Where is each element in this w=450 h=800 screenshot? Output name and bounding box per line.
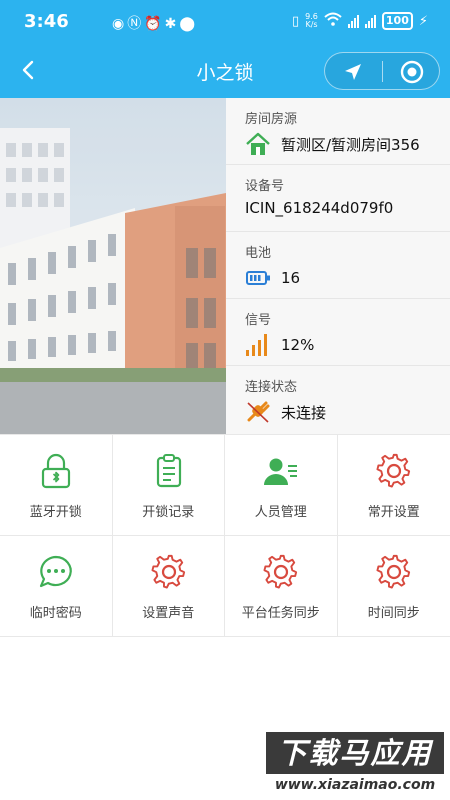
device-value: ICIN_618244d079f0 (245, 199, 394, 217)
room-value-row: 暂测区/暂测房间356 (245, 132, 420, 156)
watermark-url: www.xiazaimao.com (266, 774, 444, 796)
watermark-brand: 下载马应用 (266, 732, 444, 774)
room-value: 暂测区/暂测房间356 (281, 135, 420, 154)
temporary-password-button[interactable]: 临时密码 (0, 536, 113, 637)
unlock-records-button[interactable]: 开锁记录 (112, 435, 225, 536)
network-speed-unit: K/s (305, 20, 318, 29)
eye-icon: ◉ (112, 16, 128, 32)
location-icon: ⬤ (179, 16, 199, 32)
grid-label: 常开设置 (367, 505, 420, 520)
alarm-icon: ⏰ (144, 16, 165, 32)
connection-field: 连接状态 未连接 (226, 366, 450, 433)
charging-icon: ⚡ (418, 13, 428, 29)
clipboard-icon (151, 453, 187, 489)
signal-value-row: 12% (245, 333, 314, 357)
mini-program-capsule (324, 52, 440, 90)
signal-icon-2 (364, 14, 376, 28)
room-field: 房间房源 暂测区/暂测房间356 (226, 98, 450, 165)
normally-open-settings-button[interactable]: 常开设置 (337, 435, 450, 536)
battery-field: 电池 16 (226, 232, 450, 299)
building-image (0, 98, 226, 434)
battery-value: 16 (281, 269, 301, 287)
close-record-button[interactable] (400, 60, 424, 84)
info-panel: 房间房源 暂测区/暂测房间356 设备号 ICIN_618244d079f0 电… (226, 98, 450, 434)
device-label: 设备号 (245, 179, 285, 194)
room-label: 房间房源 (245, 112, 298, 127)
signal-bars-icon (245, 333, 271, 357)
gear-icon (263, 554, 299, 590)
title-bar: 小之锁 (0, 44, 450, 98)
bluetooth-unlock-icon (38, 453, 74, 489)
personnel-management-button[interactable]: 人员管理 (225, 435, 338, 536)
vibrate-icon: ▯ (292, 13, 300, 29)
grid-label: 时间同步 (367, 606, 420, 621)
battery-icon (245, 266, 271, 290)
home-icon (245, 132, 271, 156)
chat-bubble-icon (38, 554, 74, 590)
battery-value-row: 16 (245, 266, 300, 290)
disconnected-plug-icon (245, 400, 271, 424)
grid-label: 开锁记录 (142, 505, 195, 520)
sound-settings-button[interactable]: 设置声音 (112, 536, 225, 637)
building-photo (0, 98, 226, 434)
connection-value: 未连接 (281, 403, 327, 422)
grid-label: 蓝牙开锁 (29, 505, 82, 520)
notification-icons: ◉Ⓝ⏰✱⬤ (112, 13, 198, 33)
grid-label: 临时密码 (29, 606, 82, 621)
gear-icon (376, 554, 412, 590)
wifi-icon (324, 12, 342, 30)
status-bar: 3:46 ◉Ⓝ⏰✱⬤ ▯ 9.6 K/s 100 ⚡ (0, 0, 450, 44)
signal-field: 信号 12% (226, 299, 450, 366)
bluetooth-unlock-button[interactable]: 蓝牙开锁 (0, 435, 113, 536)
connection-label: 连接状态 (245, 380, 298, 395)
person-card-icon (263, 453, 299, 489)
function-grid: 蓝牙开锁 开锁记录 人员管理 常开设置 临时密码 设置声音 平台任务同步 时间同… (0, 434, 450, 637)
network-speed: 9.6 K/s (305, 13, 318, 29)
time-sync-button[interactable]: 时间同步 (337, 536, 450, 637)
signal-label: 信号 (245, 313, 272, 328)
system-icons: ▯ 9.6 K/s 100 ⚡ (292, 12, 428, 30)
nfc-icon: Ⓝ (127, 16, 145, 32)
status-time: 3:46 (24, 11, 69, 32)
grid-label: 设置声音 (142, 606, 195, 621)
record-circle-icon (400, 60, 424, 84)
app-header: 3:46 ◉Ⓝ⏰✱⬤ ▯ 9.6 K/s 100 ⚡ 小之锁 (0, 0, 450, 98)
signal-value: 12% (281, 336, 315, 354)
battery-indicator: 100 (381, 12, 413, 30)
battery-label: 电池 (245, 246, 272, 261)
navigation-button[interactable] (342, 61, 364, 83)
navigation-arrow-icon (345, 64, 361, 80)
grid-label: 人员管理 (254, 505, 307, 520)
bluetooth-icon: ✱ (164, 16, 180, 32)
device-field: 设备号 ICIN_618244d079f0 (226, 165, 450, 232)
lock-info-section: 房间房源 暂测区/暂测房间356 设备号 ICIN_618244d079f0 电… (0, 98, 450, 434)
watermark: 下载马应用 www.xiazaimao.com (266, 732, 444, 796)
connection-value-row: 未连接 (245, 400, 326, 424)
signal-icon (347, 14, 359, 28)
gear-icon (151, 554, 187, 590)
platform-task-sync-button[interactable]: 平台任务同步 (225, 536, 338, 637)
grid-label: 平台任务同步 (241, 606, 320, 621)
gear-icon (376, 453, 412, 489)
capsule-divider (382, 61, 383, 82)
